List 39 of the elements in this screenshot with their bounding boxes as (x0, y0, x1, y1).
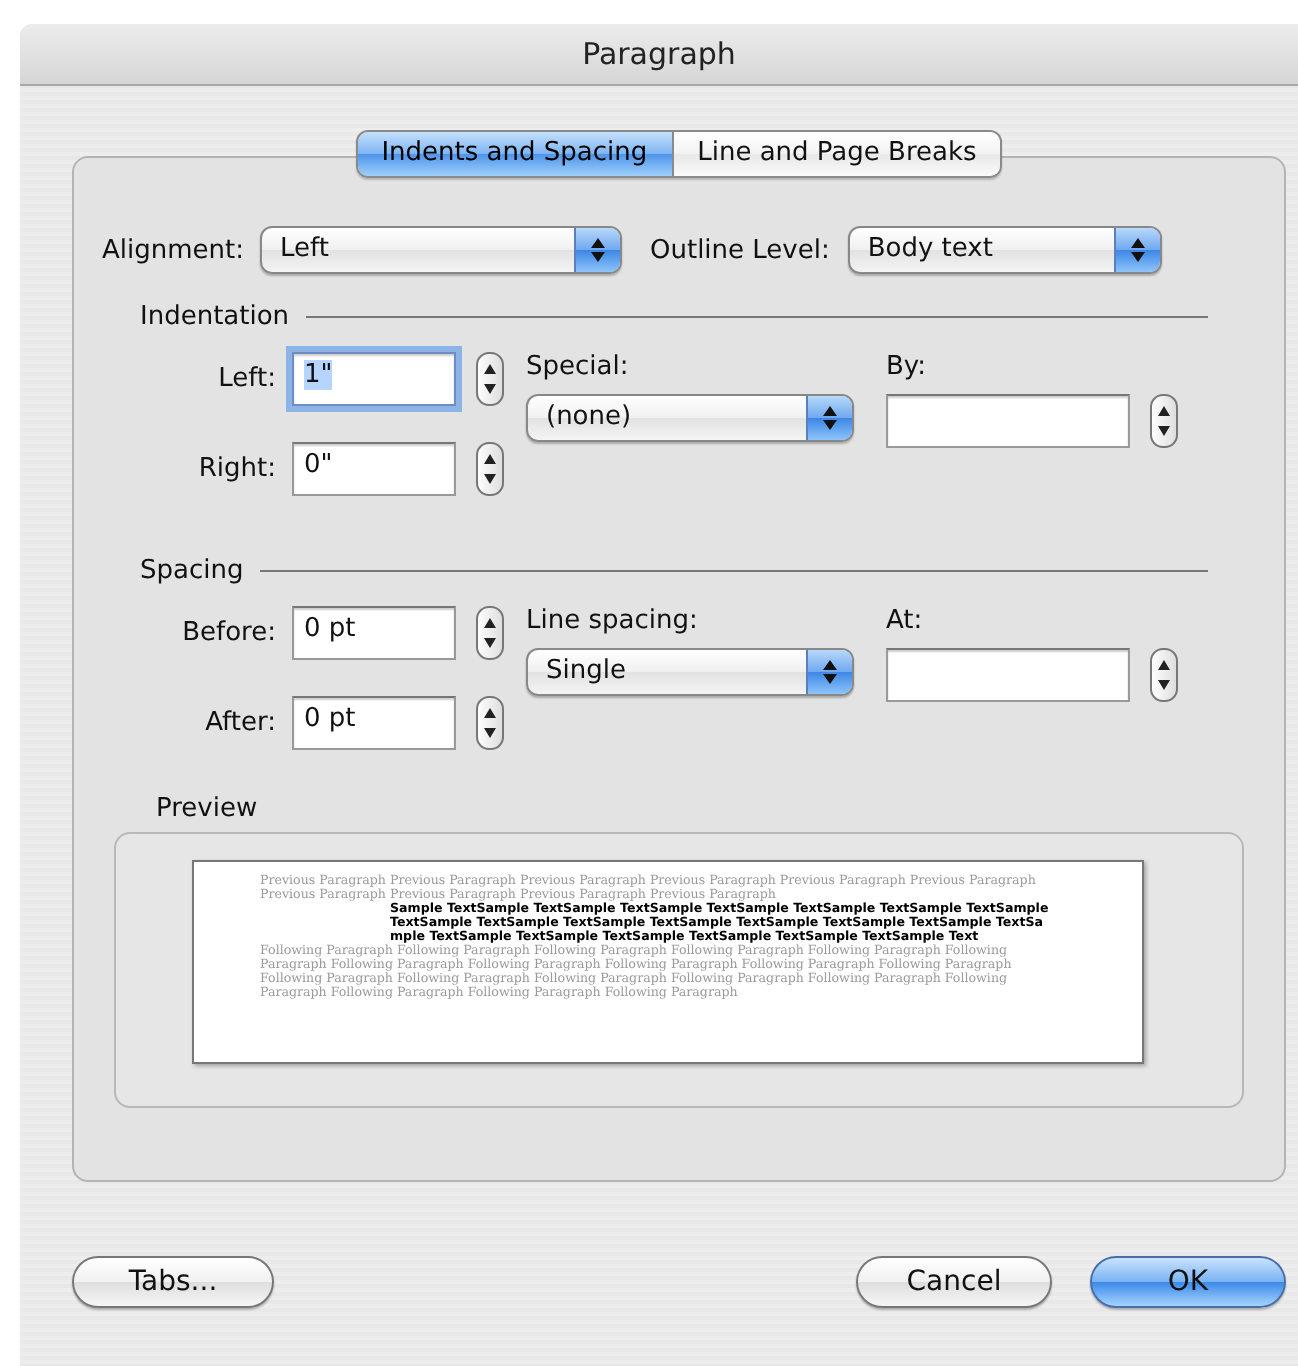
dropdown[interactable]: (none) (526, 394, 854, 442)
dropdown-arrows-icon (1113, 228, 1160, 272)
field-label: Special: (526, 352, 631, 382)
field-label: At: (886, 606, 925, 636)
field-label: Right: (196, 454, 278, 484)
tab[interactable]: Indents and Spacing (357, 132, 672, 176)
number-field[interactable]: 0" (292, 442, 456, 496)
number-field[interactable]: 0 pt (292, 696, 456, 750)
preview-label: Preview (156, 794, 260, 824)
field-label: After: (203, 708, 278, 738)
field-label: Outline Level: (650, 235, 830, 265)
dropdown-arrows-icon (806, 396, 852, 440)
number-field[interactable] (886, 648, 1130, 702)
field-label: Alignment: (100, 235, 246, 265)
dropdown[interactable]: Single (526, 648, 854, 696)
ok-button[interactable]: OK (1090, 1256, 1286, 1308)
stepper-icon[interactable] (1150, 648, 1178, 702)
dropdown[interactable]: Body text (847, 226, 1162, 274)
number-field[interactable]: 1" (292, 352, 456, 406)
number-field[interactable]: 0 pt (292, 606, 456, 660)
cancel-button[interactable]: Cancel (856, 1256, 1052, 1308)
stepper-icon[interactable] (476, 696, 504, 750)
field-label: Line spacing: (526, 606, 700, 636)
tab[interactable]: Line and Page Breaks (671, 132, 1001, 176)
field-label: Before: (180, 618, 278, 648)
field-label: By: (886, 352, 929, 382)
section-heading: Indentation (140, 302, 290, 332)
stepper-icon[interactable] (476, 442, 504, 496)
tabs-button[interactable]: Tabs... (72, 1256, 274, 1308)
dropdown-arrows-icon (806, 650, 852, 694)
stepper-icon[interactable] (476, 606, 504, 660)
field-label: Left: (216, 364, 278, 394)
dropdown[interactable]: Left (260, 226, 622, 274)
number-field[interactable] (886, 394, 1130, 448)
window-title: Paragraph (582, 36, 736, 72)
section-heading: Spacing (140, 556, 244, 586)
dropdown-arrows-icon (574, 228, 620, 272)
stepper-icon[interactable] (476, 352, 504, 406)
stepper-icon[interactable] (1150, 394, 1178, 448)
